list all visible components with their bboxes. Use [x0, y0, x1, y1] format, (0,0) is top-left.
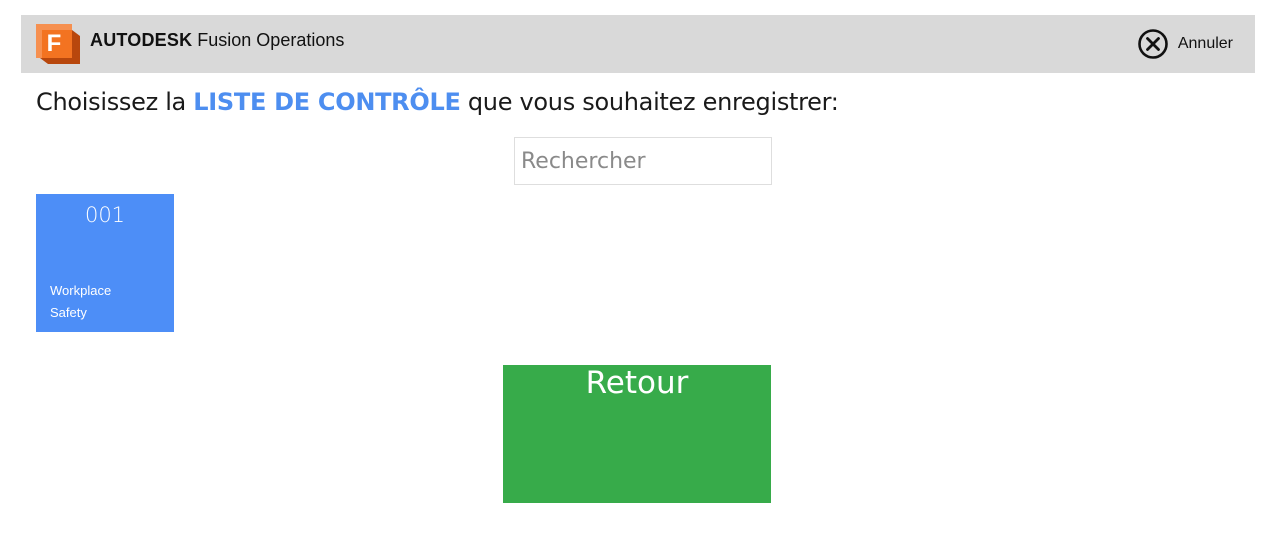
checklist-code: 001 — [84, 203, 126, 227]
close-circle-icon — [1137, 28, 1169, 60]
checklist-name: Workplace Safety — [50, 280, 140, 324]
product-name: Fusion Operations — [197, 30, 345, 50]
checklist-tile[interactable]: 001 Workplace Safety — [36, 194, 174, 332]
cancel-button[interactable]: Annuler — [1137, 27, 1233, 61]
app-brand: AUTODESK Fusion Operations — [90, 30, 344, 51]
prompt-highlight: LISTE DE CONTRÔLE — [193, 88, 461, 116]
back-label: Retour — [585, 365, 689, 401]
logo-letter: F — [47, 30, 62, 57]
fusion-logo-icon: F — [36, 24, 80, 64]
prompt-prefix: Choisissez la — [36, 88, 194, 116]
checklist-name-line: Workplace — [50, 283, 112, 298]
checklist-name-line: Safety — [50, 305, 87, 320]
app-header: F AUTODESK Fusion Operations Annuler — [21, 15, 1255, 73]
back-button[interactable]: Retour — [503, 365, 771, 503]
search-input[interactable] — [514, 137, 772, 185]
prompt-suffix: que vous souhaitez enregistrer: — [460, 88, 839, 116]
brand-name: AUTODESK — [90, 30, 193, 50]
page-prompt: Choisissez la LISTE DE CONTRÔLE que vous… — [36, 88, 839, 116]
cancel-label: Annuler — [1177, 35, 1233, 52]
